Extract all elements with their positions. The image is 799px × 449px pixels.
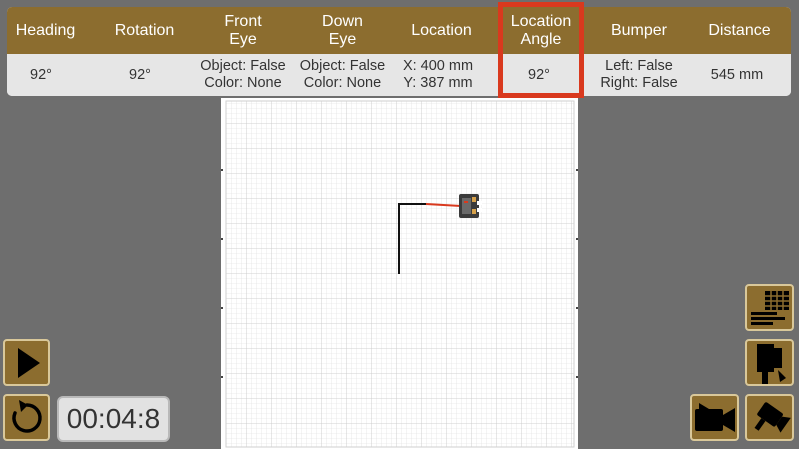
arena-canvas <box>221 100 578 448</box>
header-front-eye: Front Eye <box>224 12 262 48</box>
sensor-value-row: 92° 92° Object: False Color: None Object… <box>7 54 791 96</box>
simulation-arena[interactable] <box>221 98 578 449</box>
value-bumper: Left: False Right: False <box>600 58 678 91</box>
header-bumper: Bumper <box>610 21 668 39</box>
header-location: Location <box>411 21 472 39</box>
robot-view-button[interactable] <box>745 339 794 386</box>
header-distance: Distance <box>708 21 771 39</box>
value-front-eye: Object: False Color: None <box>200 58 286 91</box>
robot-icon[interactable] <box>459 194 482 218</box>
elapsed-timer: 00:04:8 <box>57 396 170 442</box>
value-location: X: 400 mm Y: 387 mm <box>402 58 474 91</box>
play-button[interactable] <box>3 339 50 386</box>
location-angle-highlight <box>498 2 584 98</box>
value-down-eye: Object: False Color: None <box>299 58 386 91</box>
sensor-readout-table: Heading Rotation Front Eye Down Eye Loca… <box>7 7 791 96</box>
robot-view-icon <box>756 343 786 384</box>
restart-icon <box>11 399 42 433</box>
camera-button[interactable] <box>745 394 794 441</box>
play-icon <box>17 347 40 378</box>
data-table-icon <box>750 290 789 325</box>
value-distance: 545 mm <box>710 66 764 83</box>
record-video-icon <box>694 402 735 432</box>
sensor-header-row: Heading Rotation Front Eye Down Eye Loca… <box>7 7 791 54</box>
data-table-button[interactable] <box>745 284 794 331</box>
value-heading: 92° <box>30 66 52 83</box>
value-rotation: 92° <box>129 66 151 83</box>
record-video-button[interactable] <box>690 394 739 441</box>
restart-button[interactable] <box>3 394 50 441</box>
header-heading: Heading <box>15 21 76 39</box>
header-down-eye: Down Eye <box>322 12 363 48</box>
header-rotation: Rotation <box>114 21 175 39</box>
camera-icon <box>754 401 791 433</box>
